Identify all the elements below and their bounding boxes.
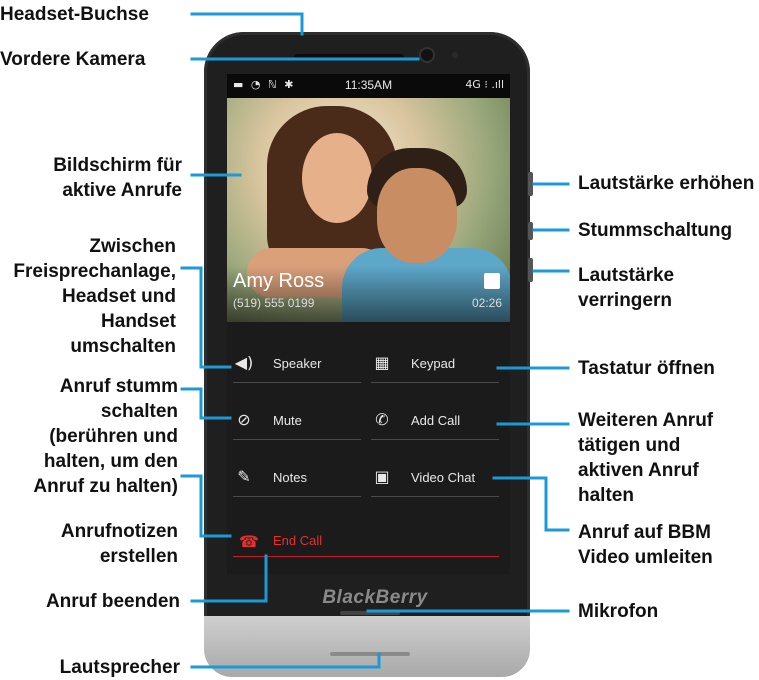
status-icons-right: 4G ⁝ .ıll <box>465 78 504 91</box>
callout-front-camera: Vordere Kamera <box>0 49 146 70</box>
contact-badge-icon <box>484 273 500 289</box>
call-duration: 02:26 <box>471 296 502 310</box>
keypad-button[interactable]: ▦ Keypad <box>371 342 499 383</box>
mute-label: Mute <box>273 413 302 428</box>
callout-headset-jack: Headset-Buchse <box>0 4 149 25</box>
callout-mute-call: Anruf stumm schalten (berühren und halte… <box>33 376 178 497</box>
microphone-slot <box>340 611 400 615</box>
callout-end-call: Anruf beenden <box>45 591 180 612</box>
add-call-label: Add Call <box>411 413 461 428</box>
callout-speaker: Lautsprecher <box>59 657 180 678</box>
phone-screen: ▬ ◔ ℕ ✱ 11:35AM 4G ⁝ .ıll Amy Ross (519)… <box>227 74 510 574</box>
proximity-sensor <box>452 52 458 58</box>
caller-number: (519) 555 0199 <box>233 296 315 310</box>
video-chat-icon: ▣ <box>374 467 390 486</box>
mute-mic-icon: ⊘ <box>237 410 251 429</box>
notes-icon: ✎ <box>237 467 251 486</box>
status-bar: ▬ ◔ ℕ ✱ 11:35AM 4G ⁝ .ıll <box>227 74 510 98</box>
callout-open-keypad: Tastatur öffnen <box>578 358 715 379</box>
speaker-grill <box>330 652 410 656</box>
notes-label: Notes <box>273 470 307 485</box>
callout-bbm-video: Anruf auf BBM Video umleiten <box>578 522 713 568</box>
callout-add-call: Weiteren Anruf tätigen und aktiven Anruf… <box>578 410 714 506</box>
callout-switch-audio: Zwischen Freisprechanlage, Headset und H… <box>13 236 176 357</box>
video-chat-button[interactable]: ▣ Video Chat <box>371 456 499 497</box>
caller-name: Amy Ross <box>233 270 325 292</box>
speaker-label: Speaker <box>273 356 322 371</box>
photo-shape <box>377 168 457 263</box>
volume-up-button[interactable] <box>528 172 533 196</box>
photo-shape <box>302 133 372 223</box>
hangup-icon: ☎ <box>239 532 259 551</box>
mute-button[interactable]: ⊘ Mute <box>233 399 361 440</box>
earpiece <box>294 54 404 60</box>
front-camera-lens <box>421 49 433 61</box>
notes-button[interactable]: ✎ Notes <box>233 456 361 497</box>
brand-logo: BlackBerry <box>322 587 428 608</box>
mute-key-button[interactable] <box>528 222 533 240</box>
callout-active-call-screen: Bildschirm für aktive Anrufe <box>53 155 182 201</box>
keypad-label: Keypad <box>411 356 456 371</box>
video-chat-label: Video Chat <box>411 470 476 485</box>
phone-bottom-frame <box>204 616 530 677</box>
callout-volume-up: Lautstärke erhöhen <box>578 173 755 194</box>
volume-down-button[interactable] <box>528 258 533 282</box>
speaker-button[interactable]: ◀) Speaker <box>233 342 361 383</box>
add-call-button[interactable]: ✆ Add Call <box>371 399 499 440</box>
end-call-button[interactable]: ☎ End Call <box>233 524 499 557</box>
callout-call-notes: Anrufnotizen erstellen <box>60 521 178 567</box>
keypad-icon: ▦ <box>374 353 390 372</box>
leader-line <box>190 12 304 36</box>
network-label: 4G <box>465 78 481 91</box>
speaker-icon: ◀) <box>234 353 254 372</box>
callout-volume-down: Lautstärke verringern <box>578 265 675 311</box>
callout-microphone: Mikrofon <box>578 601 659 622</box>
end-call-label: End Call <box>273 533 323 548</box>
callout-mute-key: Stummschaltung <box>578 220 733 241</box>
add-call-icon: ✆ <box>375 410 389 429</box>
